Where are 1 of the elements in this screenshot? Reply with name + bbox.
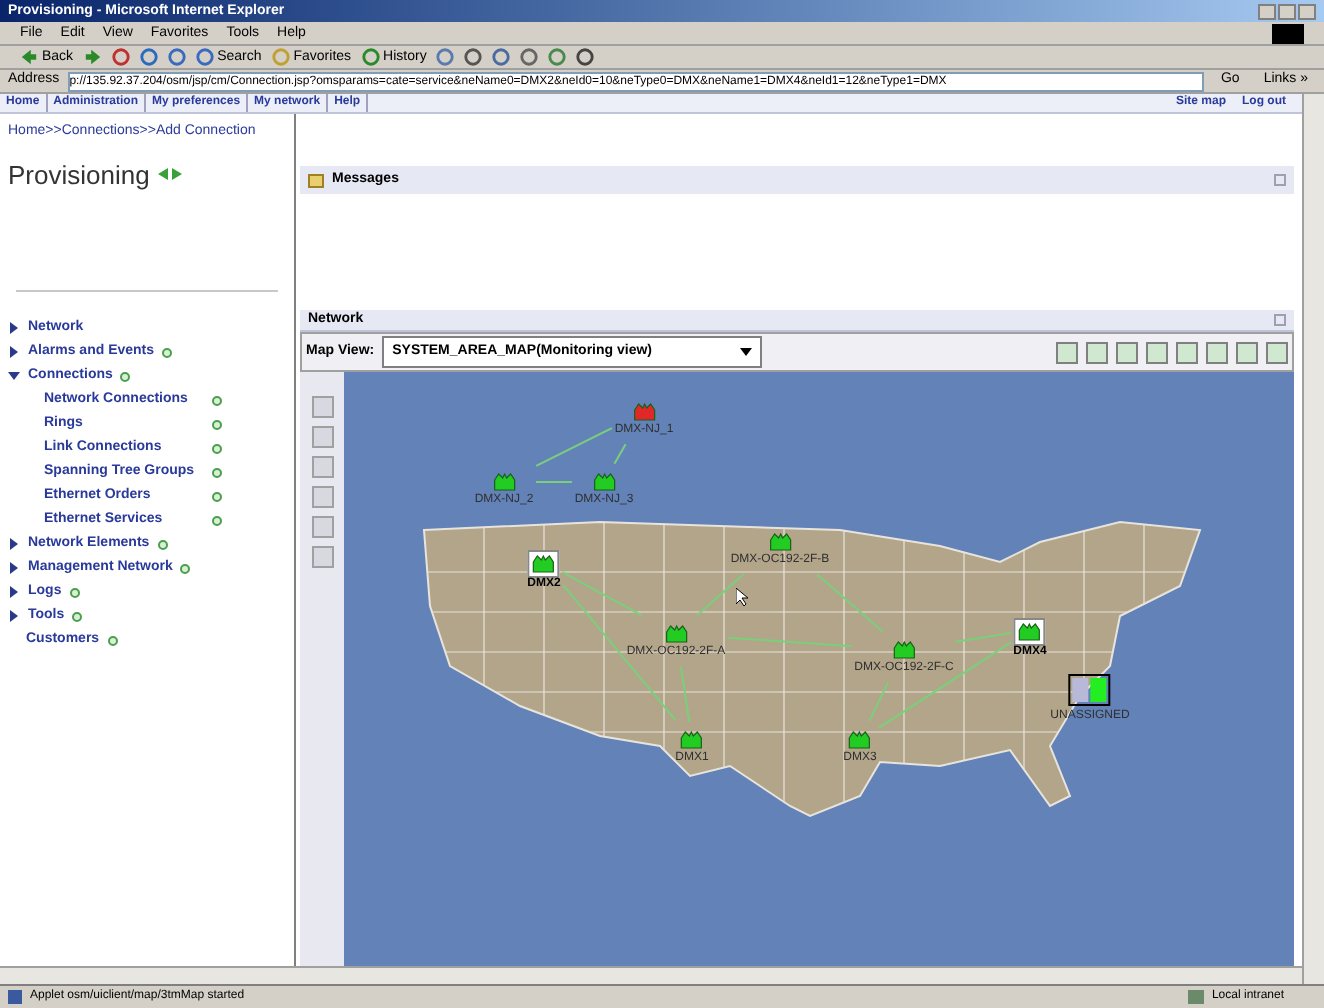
page-title: Provisioning xyxy=(8,157,150,194)
